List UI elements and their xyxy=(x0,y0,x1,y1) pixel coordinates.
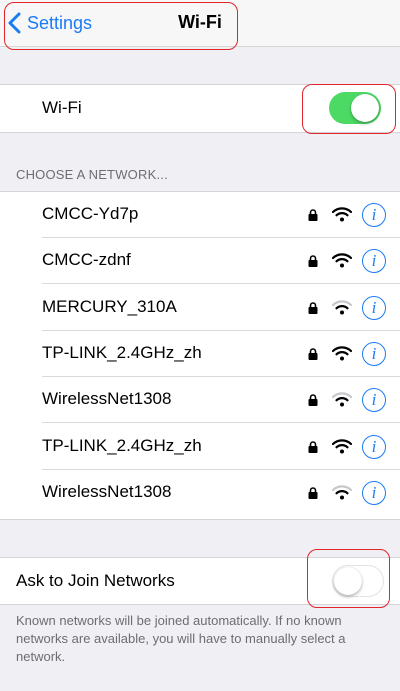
network-row[interactable]: CMCC-Yd7p i xyxy=(0,192,400,238)
lock-icon xyxy=(308,440,318,458)
lock-icon xyxy=(308,347,318,365)
info-icon[interactable]: i xyxy=(362,480,386,505)
wifi-signal-icon xyxy=(331,252,353,273)
network-name: WirelessNet1308 xyxy=(42,389,172,409)
lock-icon xyxy=(308,254,318,272)
ask-to-join-toggle-switch[interactable] xyxy=(332,565,384,597)
section-header-choose-network: CHOOSE A NETWORK... xyxy=(16,167,168,182)
info-icon[interactable]: i xyxy=(362,295,386,320)
lock-icon xyxy=(308,301,318,319)
network-name: MERCURY_310A xyxy=(42,296,177,316)
lock-icon xyxy=(308,486,318,504)
network-row[interactable]: WirelessNet1308 i xyxy=(0,470,400,516)
info-icon[interactable]: i xyxy=(362,203,386,227)
wifi-signal-icon xyxy=(331,438,353,459)
network-name: CMCC-zdnf xyxy=(42,250,131,270)
lock-icon xyxy=(308,208,318,226)
wifi-toggle-switch[interactable] xyxy=(329,92,381,124)
page-title-text: Wi-Fi xyxy=(178,12,222,32)
network-row[interactable]: WirelessNet1308 i xyxy=(0,377,400,424)
network-row[interactable]: MERCURY_310A i xyxy=(0,285,400,331)
network-name: TP-LINK_2.4GHz_zh xyxy=(42,342,202,362)
toggle-knob xyxy=(351,94,379,122)
lock-icon xyxy=(308,393,318,411)
network-list: CMCC-Yd7p i CMCC-zdnf i MERCURY_310A i TP-LINK… xyxy=(0,191,400,520)
ask-to-join-footer: Known networks will be joined automatica… xyxy=(16,613,346,664)
network-row[interactable]: TP-LINK_2.4GHz_zh i xyxy=(0,331,400,377)
ask-to-join-row: Ask to Join Networks xyxy=(0,557,400,605)
wifi-signal-icon xyxy=(331,206,353,227)
wifi-label: Wi-Fi xyxy=(42,98,82,117)
info-icon[interactable]: i xyxy=(362,341,386,366)
ask-to-join-label: Ask to Join Networks xyxy=(16,571,175,590)
wifi-signal-icon xyxy=(331,299,353,320)
wifi-toggle-row: Wi-Fi xyxy=(0,84,400,133)
wifi-signal-icon xyxy=(331,484,353,505)
chevron-left-icon xyxy=(8,12,21,34)
info-icon[interactable]: i xyxy=(362,249,386,274)
navigation-bar: Settings Wi-Fi xyxy=(0,0,400,47)
network-row[interactable]: CMCC-zdnf i xyxy=(0,238,400,285)
info-icon[interactable]: i xyxy=(362,434,386,459)
network-name: WirelessNet1308 xyxy=(42,481,172,501)
back-button-label: Settings xyxy=(27,12,93,33)
wifi-signal-icon xyxy=(331,391,353,412)
network-name: TP-LINK_2.4GHz_zh xyxy=(42,435,202,455)
wifi-signal-icon xyxy=(331,345,353,366)
network-row[interactable]: TP-LINK_2.4GHz_zh i xyxy=(0,424,400,470)
network-name: CMCC-Yd7p xyxy=(42,204,139,223)
back-button[interactable]: Settings xyxy=(8,10,92,36)
info-icon[interactable]: i xyxy=(362,388,386,413)
toggle-knob xyxy=(334,566,362,595)
